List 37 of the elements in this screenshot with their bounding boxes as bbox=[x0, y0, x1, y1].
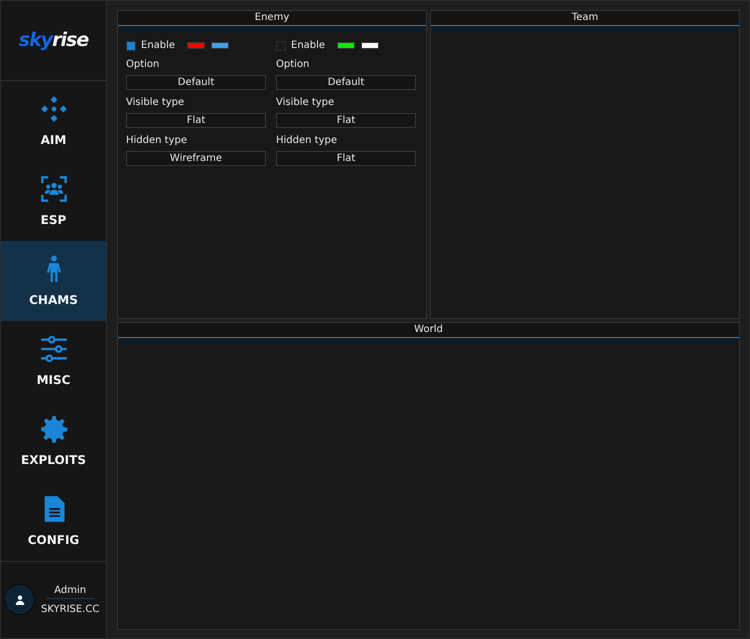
field-label: Visible type bbox=[126, 97, 186, 109]
color-swatch[interactable] bbox=[211, 42, 230, 49]
field-label: Hidden type bbox=[126, 135, 188, 147]
panel-title: Team bbox=[431, 11, 739, 26]
people-icon bbox=[40, 174, 68, 202]
nav-item[interactable]: CHAMS bbox=[1, 240, 106, 320]
nav-item[interactable]: ESP bbox=[1, 160, 106, 240]
checkbox-label: Enable bbox=[291, 40, 326, 51]
panel-title: Enemy bbox=[118, 11, 426, 26]
field-label: Option bbox=[276, 59, 310, 71]
field-label: Hidden type bbox=[276, 135, 338, 147]
gear-icon bbox=[40, 414, 68, 442]
color-swatch[interactable] bbox=[187, 42, 206, 49]
dropdown[interactable]: Flat bbox=[126, 113, 266, 128]
nav-item[interactable]: EXPLOITS bbox=[1, 400, 106, 480]
sliders-icon bbox=[40, 334, 68, 362]
color-swatch[interactable] bbox=[337, 42, 356, 49]
field-label: Visible type bbox=[276, 97, 336, 109]
logo: skyrise bbox=[18, 29, 88, 52]
nav-item[interactable]: AIM bbox=[1, 80, 106, 160]
user-name: Admin bbox=[46, 584, 94, 599]
dropdown[interactable]: Default bbox=[126, 75, 266, 90]
user-icon bbox=[14, 594, 24, 605]
arrows-icon bbox=[40, 94, 68, 122]
checkbox[interactable] bbox=[126, 40, 136, 50]
site-name: SKYRISE.CC bbox=[41, 604, 100, 615]
checkbox-label: Enable bbox=[141, 40, 176, 51]
nav-item[interactable]: CONFIG bbox=[1, 480, 106, 560]
panel-title: World bbox=[118, 323, 739, 338]
avatar[interactable] bbox=[5, 585, 34, 614]
dropdown[interactable]: Wireframe bbox=[126, 151, 266, 166]
dropdown[interactable]: Flat bbox=[276, 113, 416, 128]
field-label: Option bbox=[126, 59, 160, 71]
nav-item[interactable]: MISC bbox=[1, 320, 106, 400]
dropdown[interactable]: Default bbox=[276, 75, 416, 90]
color-swatch[interactable] bbox=[361, 42, 380, 49]
dropdown[interactable]: Flat bbox=[276, 151, 416, 166]
